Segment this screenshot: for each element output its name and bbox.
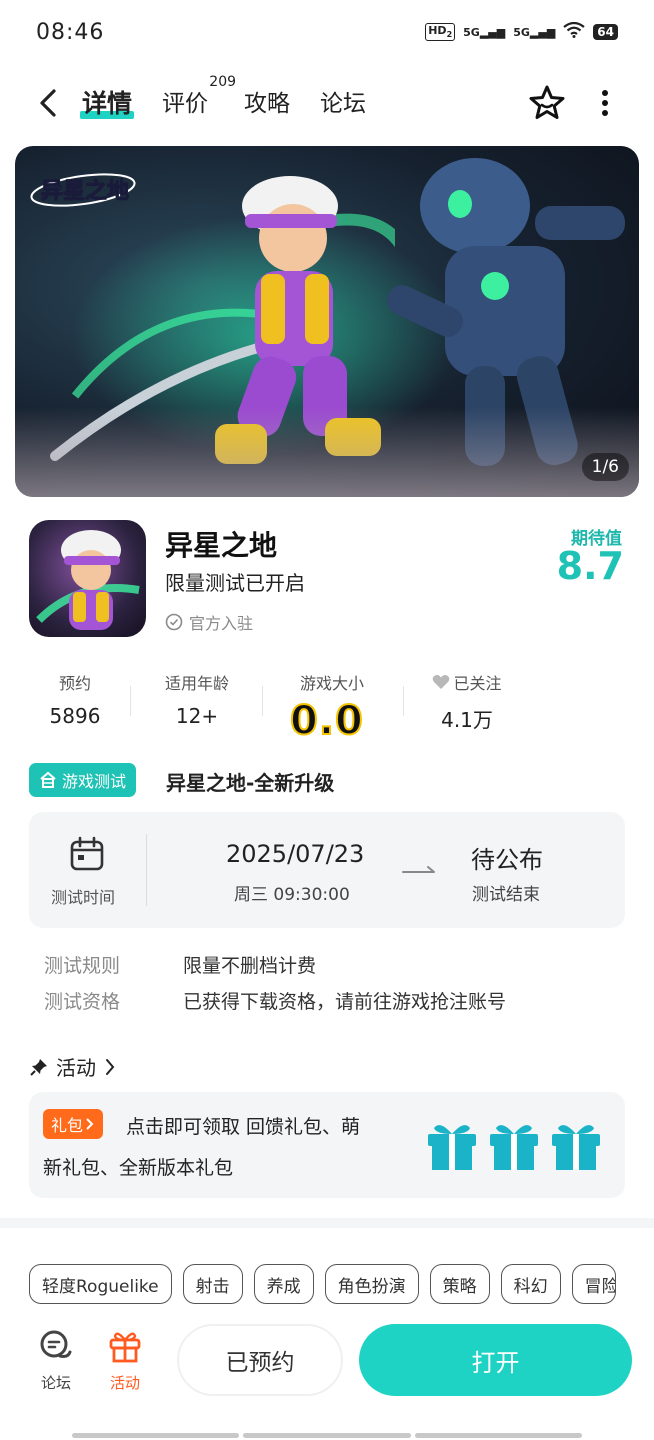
stat-divider [262,686,263,716]
app-subtitle: 限量测试已开启 [165,571,305,595]
tab-reviews[interactable]: 评价 209 [162,74,236,120]
activity-text-line1: 点击即可领取 回馈礼包、萌 [126,1116,361,1138]
bottom-forum-label: 论坛 [40,1374,71,1392]
test-end-label: 测试结束 [472,885,540,905]
test-end-value: 待公布 [471,846,543,874]
rating-value: 8.7 [556,544,624,588]
app-icon [29,520,146,637]
pin-icon [30,1058,47,1076]
more-icon[interactable] [600,88,610,118]
status-time: 08:46 [36,20,105,45]
test-qualification-label: 测试资格 [44,991,121,1013]
gift-outline-icon [109,1332,141,1363]
stat-age-label: 适用年龄 [164,674,229,693]
gift-tag-label: 礼包 [51,1116,84,1135]
signal-icon: 5G▂▄▆ [463,25,506,39]
tag-item[interactable]: 角色扮演 [324,1264,419,1304]
game-test-badge-label: 游戏测试 [62,772,127,791]
official-label: 官方入驻 [189,614,254,633]
stats-row: 预约 5896 适用年龄 12+ 游戏大小 0.0 已关注 4.1万 [0,670,654,745]
stat-reserve: 预约 5896 [40,670,110,728]
tab-details[interactable]: 详情 [79,84,135,120]
stat-reserve-label: 预约 [58,674,91,693]
app-name: 异星之地 [165,529,278,562]
banner-floor [15,407,639,497]
test-rule-value: 限量不删档计费 [183,955,317,977]
chevron-right-icon [86,1118,94,1130]
stat-size: 游戏大小 [290,670,374,694]
calendar-icon [70,836,104,871]
home-indicator [72,1433,582,1438]
test-divider [146,834,147,906]
activity-card[interactable]: 礼包 点击即可领取 回馈礼包、萌 新礼包、全新版本礼包 [29,1092,625,1198]
gift-tag: 礼包 [43,1109,104,1139]
tag-item[interactable]: 科幻 [500,1264,561,1304]
gift-icon [490,1125,538,1170]
hd-icon: HD2 [425,23,456,41]
test-rule-label: 测试规则 [44,955,121,977]
activity-header[interactable]: 活动 [30,1052,116,1081]
heart-icon [433,675,450,689]
test-qualification-row: 测试资格 已获得下载资格，请前往游戏抢注账号 [44,987,506,1014]
status-icons: HD2 5G▂▄▆ 5G▂▄▆ 64 [425,21,618,42]
stat-size-value: 0.0 [289,697,364,745]
tag-item[interactable]: 轻度Roguelike [29,1264,172,1304]
tab-guides[interactable]: 攻略 [244,84,290,120]
bottom-forum-button[interactable]: 论坛 [30,1328,82,1393]
game-test-badge: 游戏测试 [29,763,137,797]
wifi-icon [563,21,585,42]
chevron-right-icon [106,1058,115,1075]
arrow-right-icon [402,866,435,873]
test-icon [40,771,56,788]
open-button[interactable]: 打开 [359,1324,632,1396]
status-bar: 08:46 HD2 5G▂▄▆ 5G▂▄▆ 64 [0,0,654,70]
tag-list: 轻度Roguelike 射击 养成 角色扮演 策略 科幻 冒险 [29,1264,616,1304]
verified-check-icon [165,613,183,631]
stat-follow[interactable]: 已关注 4.1万 [425,670,509,733]
tag-item[interactable]: 冒险 [571,1264,616,1304]
test-rule-row: 测试规则 限量不删档计费 [44,951,316,978]
reviews-count-badge: 209 [209,74,237,90]
test-start-date: 2025/07/23 [226,840,365,868]
test-start-time: 周三 09:30:00 [234,885,350,905]
gift-icon [428,1125,476,1170]
section-divider [0,1218,654,1228]
top-nav: 详情 评价 209 攻略 论坛 [0,70,654,136]
stat-divider [403,686,404,716]
test-time-label: 测试时间 [51,888,116,907]
gift-icon [552,1125,600,1170]
bottom-activity-button[interactable]: 活动 [99,1328,151,1393]
stat-follow-value: 4.1万 [441,708,493,732]
stat-follow-label: 已关注 [425,670,509,694]
banner-carousel[interactable]: 异星之地 1/6 [15,146,639,497]
stat-size-label: 游戏大小 [299,674,364,693]
tag-item[interactable]: 策略 [429,1264,490,1304]
activity-text-line2: 新礼包、全新版本礼包 [43,1157,234,1179]
star-icon[interactable] [528,84,566,122]
test-schedule-card: 测试时间 2025/07/23 周三 09:30:00 待公布 测试结束 [29,812,625,928]
banner-logo-text: 异星之地 [41,178,129,204]
activity-header-label: 活动 [56,1056,96,1080]
back-icon[interactable] [34,88,64,118]
official-badge: 官方入驻 [165,610,253,634]
stat-age: 适用年龄 12+ [155,670,239,728]
banner-logo: 异星之地 [29,168,137,208]
test-qualification-value: 已获得下载资格，请前往游戏抢注账号 [183,991,507,1013]
stat-reserve-value: 5896 [49,704,101,728]
stat-age-value: 12+ [175,704,219,728]
test-title: 异星之地-全新升级 [166,771,335,795]
forum-icon [40,1330,72,1358]
tag-item[interactable]: 养成 [253,1264,314,1304]
bottom-activity-label: 活动 [109,1374,140,1392]
reserved-button[interactable]: 已预约 [177,1324,343,1396]
nav-tabs: 详情 评价 209 攻略 论坛 [79,74,366,120]
battery-icon: 64 [593,24,618,40]
tag-item[interactable]: 射击 [182,1264,243,1304]
stat-divider [130,686,131,716]
signal-icon-2: 5G▂▄▆ [513,25,556,39]
banner-page-counter: 1/6 [581,453,629,481]
tab-forum[interactable]: 论坛 [320,84,366,120]
